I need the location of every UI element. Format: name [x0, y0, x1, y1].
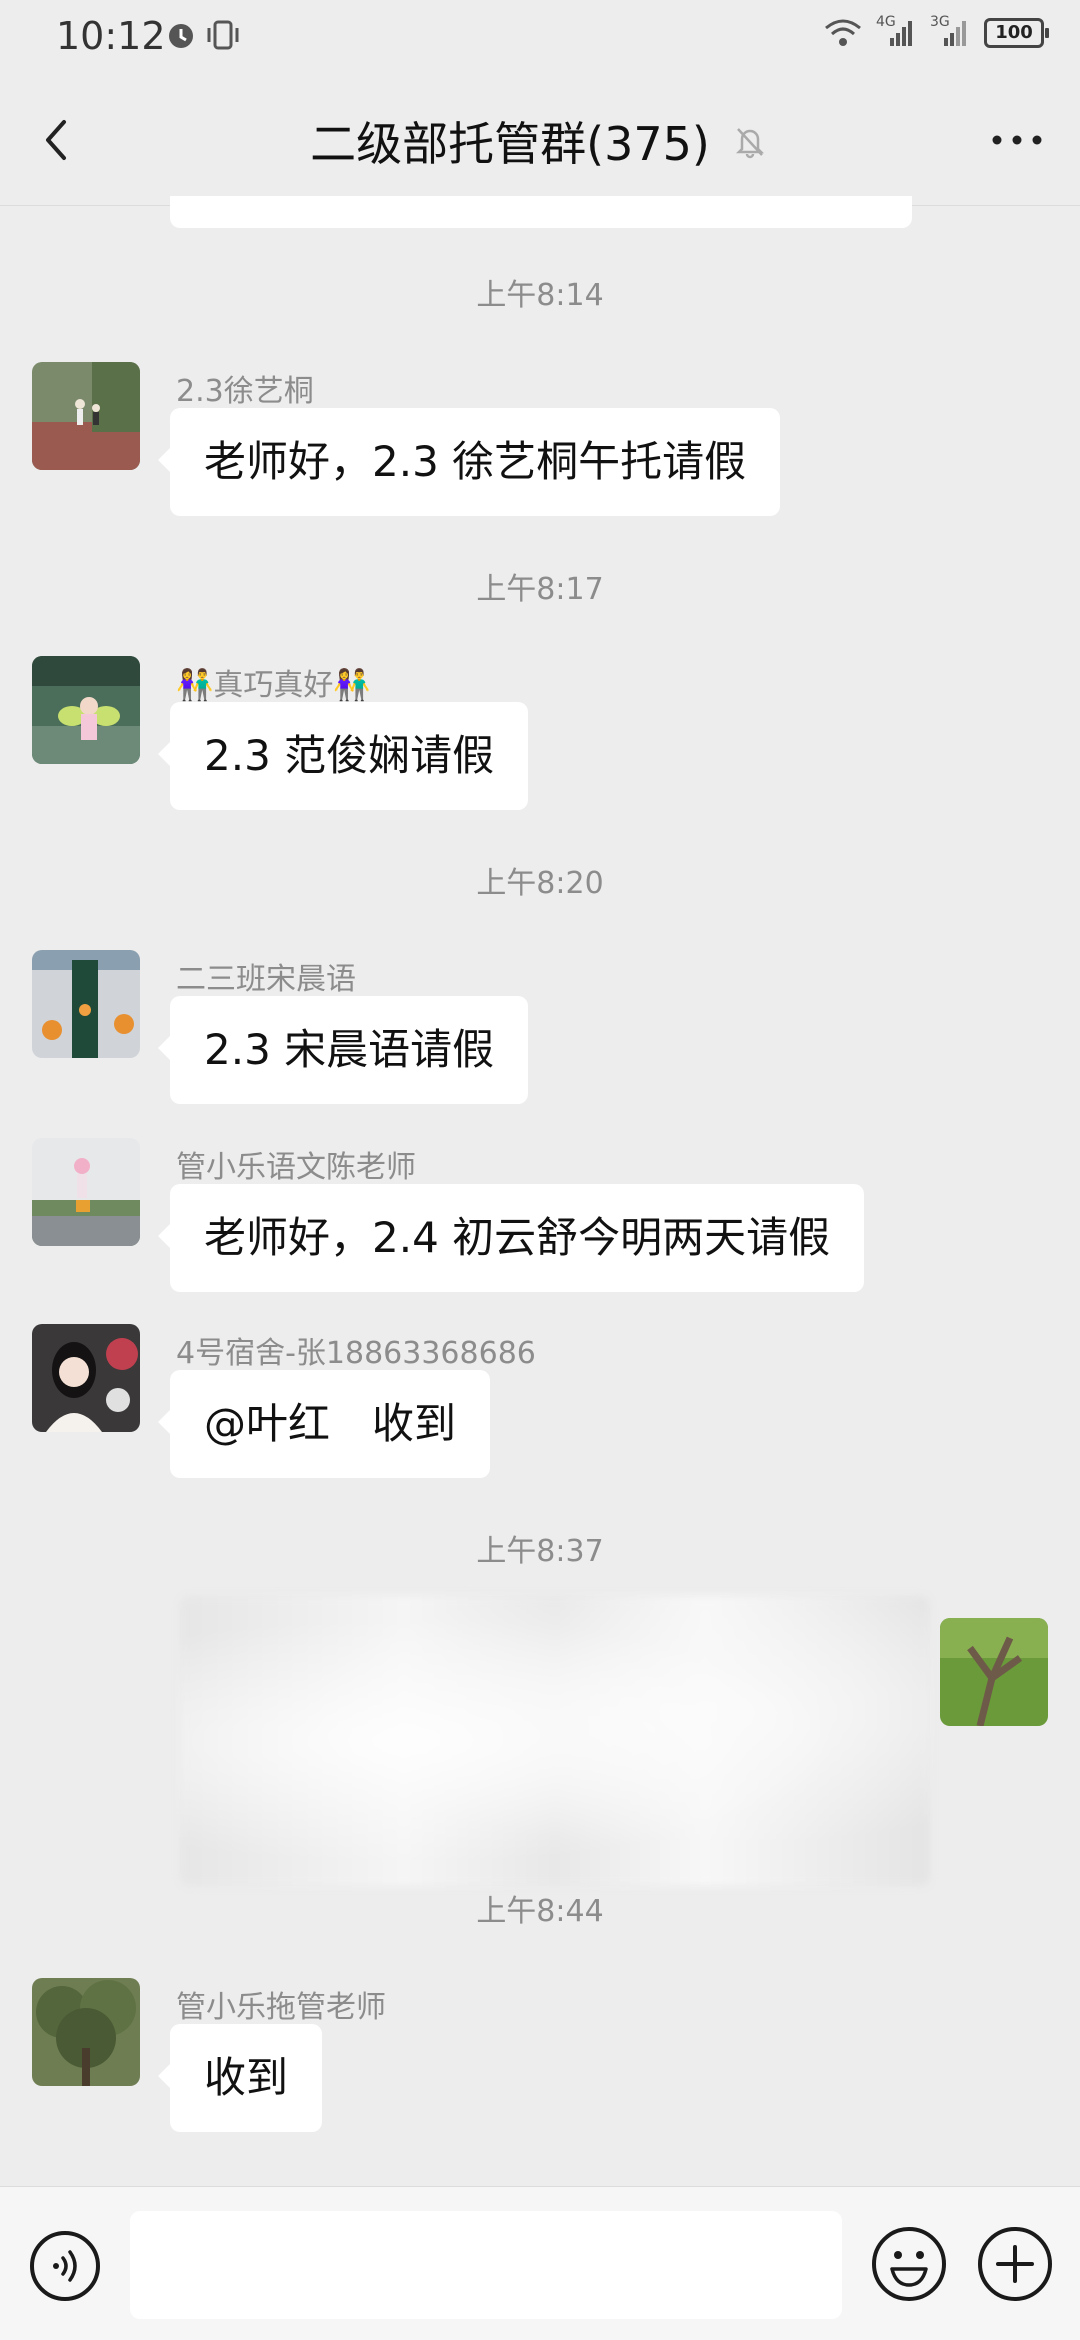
avatar[interactable] [32, 1138, 140, 1246]
status-icons-left [164, 18, 243, 56]
message-bubble[interactable]: @叶红 收到 [157, 1370, 491, 1478]
message-bubble-partial[interactable] [170, 196, 912, 228]
message-input[interactable] [130, 2211, 842, 2319]
plus-icon[interactable] [976, 2225, 1054, 2303]
status-time: 10:12 [56, 14, 166, 58]
avatar-photo [32, 1324, 140, 1432]
avatar-photo [32, 362, 140, 470]
status-bar: 10:12 4G 3G 100 [0, 0, 1080, 76]
self-avatar[interactable] [940, 1618, 1048, 1726]
avatar[interactable] [32, 950, 140, 1058]
avatar[interactable] [32, 656, 140, 764]
sender-name: 👫真巧真好👫 [176, 668, 371, 703]
sender-name: 4号宿舍-张18863368686 [176, 1336, 536, 1371]
avatar-photo [32, 656, 140, 764]
bell-off-icon [735, 128, 764, 159]
message-bubble[interactable]: 老师好，2.4 初云舒今明两天请假 [157, 1184, 865, 1292]
avatar-photo [940, 1618, 1048, 1726]
status-icons-right: 4G 3G 100 [824, 14, 1049, 48]
message-bubble[interactable]: 2.3 范俊娴请假 [157, 702, 529, 810]
alarm-icon [169, 24, 193, 48]
sender-name: 管小乐语文陈老师 [176, 1150, 416, 1185]
input-bar [0, 2186, 1080, 2340]
signal-4g: 4G [876, 14, 916, 48]
image-message[interactable] [180, 1596, 930, 1886]
sender-name: 2.3徐艺桐 [176, 374, 314, 409]
timestamp: 上午8:37 [476, 1534, 604, 1569]
signal-bars-icon [944, 21, 966, 46]
emoji-icon[interactable] [870, 2225, 948, 2303]
avatar-photo [32, 1978, 140, 2086]
battery-icon: 100 [984, 18, 1049, 48]
wifi-icon [825, 19, 861, 46]
timestamp: 上午8:14 [476, 278, 604, 313]
signal-bars-icon [890, 21, 912, 46]
message-bubble[interactable]: 收到 [157, 2024, 323, 2132]
chat-title[interactable]: 二级部托管群(375) [310, 108, 770, 174]
chat-messages[interactable]: 上午8:14 2.3徐艺桐 老师好，2.3 徐艺桐午托请假 上午8:17 👫真巧… [0, 196, 1080, 2186]
timestamp: 上午8:20 [476, 866, 604, 901]
sender-name: 二三班宋晨语 [176, 962, 356, 997]
signal-3g: 3G [930, 14, 970, 48]
voice-icon[interactable] [28, 2229, 102, 2303]
avatar[interactable] [32, 1324, 140, 1432]
avatar-photo [32, 1138, 140, 1246]
more-dots-icon[interactable] [982, 110, 1052, 170]
timestamp: 上午8:17 [476, 572, 604, 607]
chat-title-wrap: 二级部托管群(375) [0, 108, 1080, 174]
avatar[interactable] [32, 1978, 140, 2086]
avatar[interactable] [32, 362, 140, 470]
sender-name: 管小乐拖管老师 [176, 1990, 386, 2025]
timestamp: 上午8:44 [476, 1894, 604, 1929]
message-bubble[interactable]: 老师好，2.3 徐艺桐午托请假 [157, 408, 781, 516]
chat-title-label: 二级部托管群(375) [310, 117, 710, 171]
avatar-photo [32, 950, 140, 1058]
vibrate-icon [207, 20, 239, 50]
message-bubble[interactable]: 2.3 宋晨语请假 [157, 996, 529, 1104]
title-bar: 二级部托管群(375) [0, 76, 1080, 206]
